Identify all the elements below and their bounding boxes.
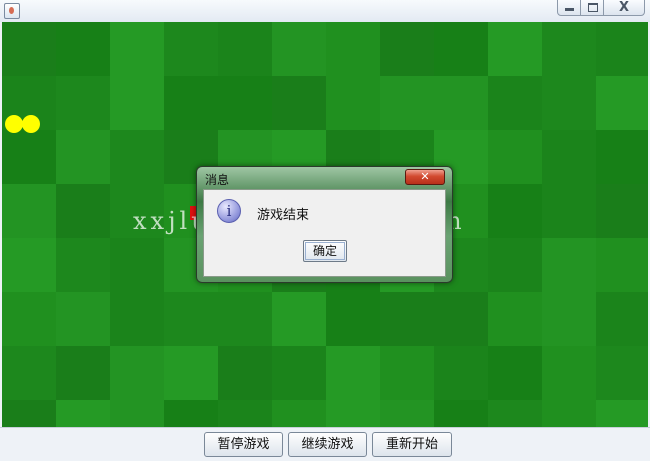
grass-tile <box>110 238 164 292</box>
dialog-body: i 游戏结束 确定 <box>203 189 446 277</box>
grass-tile <box>488 346 542 400</box>
grass-tile <box>434 346 488 400</box>
grass-tile <box>596 22 648 76</box>
grass-tile <box>596 184 648 238</box>
grass-tile <box>434 22 488 76</box>
grass-tile <box>110 130 164 184</box>
grass-tile <box>56 346 110 400</box>
grass-tile <box>596 76 648 130</box>
grass-tile <box>542 292 596 346</box>
info-icon: i <box>217 199 241 223</box>
title-bar: X <box>0 0 650 22</box>
grass-tile <box>488 130 542 184</box>
grass-tile <box>596 346 648 400</box>
grass-tile <box>326 292 380 346</box>
grass-tile <box>326 22 380 76</box>
grass-tile <box>326 76 380 130</box>
grass-tile <box>218 22 272 76</box>
grass-tile <box>542 22 596 76</box>
grass-tile <box>488 400 542 427</box>
grass-tile <box>380 22 434 76</box>
grass-tile <box>218 76 272 130</box>
grass-tile <box>488 22 542 76</box>
grass-tile <box>110 22 164 76</box>
pause-button[interactable]: 暂停游戏 <box>204 432 283 457</box>
resume-button[interactable]: 继续游戏 <box>288 432 367 457</box>
grass-tile <box>488 238 542 292</box>
grass-tile <box>56 76 110 130</box>
grass-tile <box>164 22 218 76</box>
grass-tile <box>434 400 488 427</box>
grass-tile <box>2 292 56 346</box>
grass-tile <box>164 76 218 130</box>
grass-tile <box>110 346 164 400</box>
grass-tile <box>488 292 542 346</box>
grass-tile <box>380 346 434 400</box>
snake-segment <box>22 115 40 133</box>
grass-tile <box>164 400 218 427</box>
grass-tile <box>2 22 56 76</box>
grass-tile <box>380 76 434 130</box>
grass-tile <box>272 400 326 427</box>
grass-tile <box>110 400 164 427</box>
grass-tile <box>272 292 326 346</box>
grass-tile <box>596 238 648 292</box>
grass-tile <box>2 238 56 292</box>
java-app-icon <box>4 3 20 19</box>
grass-tile <box>488 184 542 238</box>
dialog-message: 游戏结束 <box>257 208 310 223</box>
grass-tile <box>110 292 164 346</box>
minimize-button[interactable] <box>557 0 581 16</box>
grass-tile <box>56 130 110 184</box>
grass-tile <box>164 346 218 400</box>
close-icon: X <box>618 0 630 15</box>
grass-tile <box>596 400 648 427</box>
restart-button[interactable]: 重新开始 <box>372 432 452 457</box>
dialog-close-button[interactable]: ✕ <box>405 169 445 185</box>
grass-tile <box>542 130 596 184</box>
ok-button[interactable]: 确定 <box>303 240 347 262</box>
grass-tile <box>542 346 596 400</box>
grass-tile <box>2 184 56 238</box>
grass-tile <box>542 184 596 238</box>
control-bar: 暂停游戏 继续游戏 重新开始 <box>0 427 650 461</box>
grass-tile <box>218 400 272 427</box>
grass-tile <box>56 400 110 427</box>
grass-tile <box>272 346 326 400</box>
grass-tile <box>2 400 56 427</box>
grass-tile <box>56 292 110 346</box>
grass-tile <box>434 76 488 130</box>
message-dialog: 消息 ✕ i 游戏结束 确定 <box>196 166 453 283</box>
grass-tile <box>164 292 218 346</box>
grass-tile <box>542 400 596 427</box>
grass-tile <box>56 22 110 76</box>
grass-tile <box>218 346 272 400</box>
grass-tile <box>2 346 56 400</box>
grass-tile <box>542 238 596 292</box>
grass-tile <box>596 130 648 184</box>
maximize-button[interactable] <box>580 0 604 16</box>
grass-tile <box>434 292 488 346</box>
grass-tile <box>2 130 56 184</box>
grass-tile <box>326 400 380 427</box>
grass-tile <box>110 76 164 130</box>
snake-segment <box>5 115 23 133</box>
grass-tile <box>56 238 110 292</box>
grass-tile <box>272 22 326 76</box>
grass-tile <box>380 400 434 427</box>
grass-tile <box>218 292 272 346</box>
close-button[interactable]: X <box>603 0 645 16</box>
grass-tile <box>272 76 326 130</box>
grass-tile <box>326 346 380 400</box>
grass-tile <box>380 292 434 346</box>
grass-tile <box>542 76 596 130</box>
grass-tile <box>56 184 110 238</box>
close-icon: ✕ <box>420 170 430 183</box>
grass-tile <box>596 292 648 346</box>
grass-tile <box>488 76 542 130</box>
dialog-title: 消息 <box>205 173 230 187</box>
